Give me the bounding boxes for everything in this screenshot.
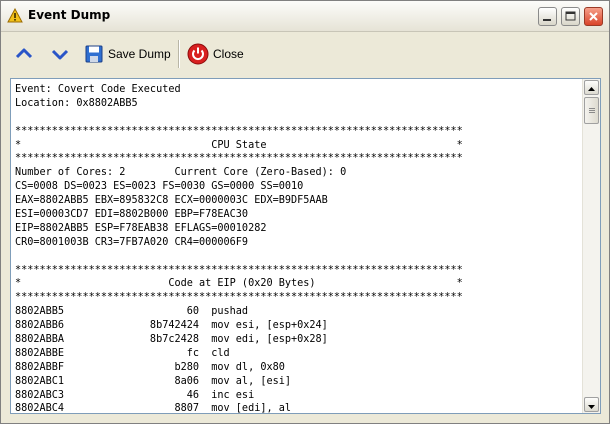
dump-line: ESI=00003CD7 EDI=8802B000 EBP=F78EAC30 (15, 209, 249, 221)
dump-line: 8802ABC1 8a06 mov al, [esi] (15, 375, 292, 387)
dump-line (15, 111, 581, 125)
dump-line: * CPU State * (15, 139, 463, 151)
dump-line: 8802ABBF b280 mov dl, 0x80 (15, 361, 285, 373)
chevron-up-icon (15, 48, 33, 59)
maximize-icon (565, 11, 576, 21)
dump-line: EAX=8802ABB5 EBX=895832C8 ECX=0000003C E… (15, 195, 328, 207)
vertical-scrollbar[interactable] (582, 79, 600, 413)
event-dump-window: Event Dump Save Dump Close Event: Covert… (0, 0, 610, 424)
save-dump-button[interactable]: Save Dump (84, 39, 171, 69)
dump-text: Event: Covert Code Executed Location: 0x8… (15, 83, 581, 413)
dump-line: Number of Cores: 2 Current Core (Zero-Ba… (15, 167, 347, 179)
dump-line: Location: 0x8802ABB5 (15, 97, 138, 109)
toolbar: Save Dump Close (1, 32, 609, 76)
previous-event-button[interactable] (14, 39, 34, 69)
dump-line: Event: Covert Code Executed (15, 84, 181, 95)
dump-line: * Code at EIP (0x20 Bytes) * (15, 278, 463, 290)
window-title: Event Dump (28, 8, 111, 22)
dump-text-area[interactable]: Event: Covert Code Executed Location: 0x8… (10, 78, 601, 414)
dump-line: 8802ABB5 60 pushad (15, 306, 249, 318)
warning-icon (7, 7, 23, 24)
power-icon (187, 43, 209, 65)
dump-line: ****************************************… (15, 153, 463, 165)
maximize-button[interactable] (561, 7, 580, 26)
arrow-up-icon (588, 87, 595, 91)
toolbar-separator (178, 40, 180, 68)
next-event-button[interactable] (50, 39, 70, 69)
minimize-button[interactable] (538, 7, 557, 26)
close-label: Close (213, 47, 244, 61)
title-bar[interactable]: Event Dump (1, 1, 609, 32)
save-dump-label: Save Dump (108, 47, 171, 61)
minimize-icon (543, 19, 551, 21)
dump-line: 8802ABBE fc cld (15, 347, 230, 359)
scroll-up-button[interactable] (584, 80, 599, 95)
close-button[interactable]: Close (187, 39, 244, 69)
dump-line: CS=0008 DS=0023 ES=0023 FS=0030 GS=0000 … (15, 181, 304, 193)
dump-line: EIP=8802ABB5 ESP=F78EAB38 EFLAGS=0001028… (15, 222, 267, 234)
close-window-button[interactable] (584, 7, 603, 26)
dump-line: ****************************************… (15, 292, 463, 304)
floppy-disk-icon (85, 45, 103, 63)
dump-line: ****************************************… (15, 125, 463, 137)
chevron-down-icon (51, 49, 69, 60)
dump-line: 8802ABC3 46 inc esi (15, 389, 255, 401)
scroll-down-button[interactable] (584, 397, 599, 412)
scroll-thumb[interactable] (584, 97, 599, 124)
dump-line: 8802ABC4 8807 mov [edi], al (15, 403, 292, 413)
dump-line (15, 250, 581, 264)
close-icon (589, 12, 598, 21)
dump-line: 8802ABBA 8b7c2428 mov edi, [esp+0x28] (15, 334, 328, 346)
arrow-down-icon (588, 405, 595, 409)
dump-line: 8802ABB6 8b742424 mov esi, [esp+0x24] (15, 320, 328, 332)
dump-line: ****************************************… (15, 264, 463, 276)
dump-line: CR0=8001003B CR3=7FB7A020 CR4=000006F9 (15, 236, 249, 248)
